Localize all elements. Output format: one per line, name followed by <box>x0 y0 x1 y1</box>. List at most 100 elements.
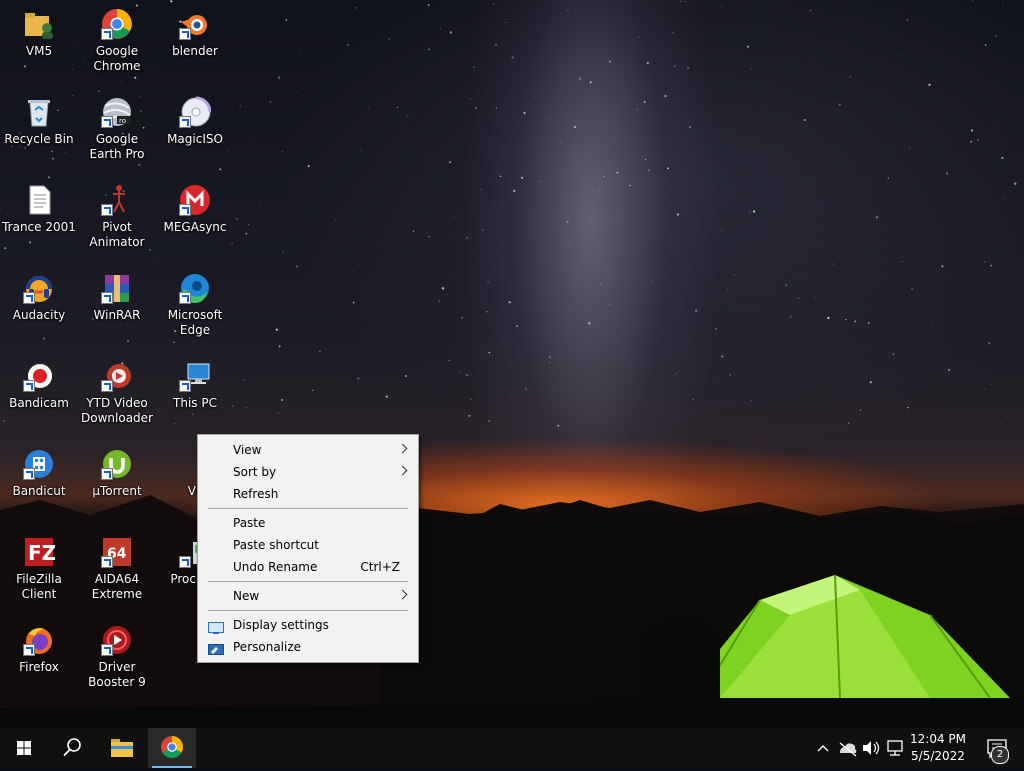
edge-icon <box>179 272 211 304</box>
speaker-icon <box>863 741 880 755</box>
desktop-icon-label: MagicISO <box>167 132 223 146</box>
desktop-icon-label: WinRAR <box>93 308 141 322</box>
display-settings-icon <box>208 619 224 634</box>
chrome-taskbar-button[interactable] <box>148 728 196 768</box>
bandicut-icon <box>23 448 55 480</box>
desktop-icon-microsoft-edge[interactable]: Microsoft Edge <box>156 264 234 338</box>
menu-item-personalize[interactable]: Personalize <box>200 636 416 658</box>
menu-item-label: Paste shortcut <box>233 538 319 552</box>
network-wired-icon <box>887 740 903 756</box>
taskbar: 12:04 PM 5/5/2022 2 <box>0 728 1024 768</box>
desktop-icon-winrar[interactable]: WinRAR <box>78 264 156 323</box>
menu-item-label: Display settings <box>233 618 329 632</box>
svg-text:ro: ro <box>119 117 126 125</box>
menu-item-paste-shortcut[interactable]: Paste shortcut <box>200 534 416 556</box>
keyboard-shortcut-label: Ctrl+Z <box>360 560 400 574</box>
menu-item-sort-by[interactable]: Sort by <box>200 461 416 483</box>
desktop-icon-this-pc[interactable]: This PC <box>156 352 234 411</box>
chrome-icon <box>161 736 183 758</box>
audacity-icon <box>23 272 55 304</box>
start-button[interactable] <box>0 728 48 768</box>
personalize-icon <box>208 641 224 655</box>
desktop-icon-utorrent[interactable]: µTorrent <box>78 440 156 499</box>
onedrive-tray-button[interactable] <box>836 728 858 768</box>
menu-item-label: Personalize <box>233 640 302 654</box>
google-earth-icon: ro <box>101 96 133 128</box>
desktop-icon-pivot-animator[interactable]: Pivot Animator <box>78 176 156 250</box>
driver-booster-icon <box>101 624 133 656</box>
volume-tray-button[interactable] <box>860 728 882 768</box>
menu-item-display-settings[interactable]: Display settings <box>200 614 416 636</box>
chrome-icon <box>101 8 133 40</box>
blender-icon <box>179 8 211 40</box>
magiciso-icon <box>179 96 212 128</box>
desktop-icon-label: Recycle Bin <box>4 132 74 146</box>
desktop-icon-megasync[interactable]: MEGAsync <box>156 176 234 235</box>
menu-item-label: New <box>233 589 260 603</box>
menu-separator <box>208 508 408 509</box>
menu-item-view[interactable]: View <box>200 439 416 461</box>
clock-button[interactable]: 12:04 PM 5/5/2022 <box>906 728 970 768</box>
menu-item-undo-rename[interactable]: Undo Rename Ctrl+Z <box>200 556 416 578</box>
file-explorer-icon <box>111 739 133 757</box>
aida64-icon: 64 <box>101 536 133 568</box>
desktop-icon-label: VM5 <box>25 44 53 58</box>
desktop-icon-google-chrome[interactable]: Google Chrome <box>78 0 156 74</box>
desktop-icon-label: Driver Booster 9 <box>88 660 146 689</box>
desktop-icon-bandicut[interactable]: Bandicut <box>0 440 78 499</box>
desktop-icon-filezilla-client[interactable]: FZ FileZilla Client <box>0 528 78 602</box>
desktop-icon-magiciso[interactable]: MagicISO <box>156 88 234 147</box>
desktop-icon-label: Google Chrome <box>93 44 141 73</box>
desktop-icon-audacity[interactable]: Audacity <box>0 264 78 323</box>
desktop-icon-aida64-extreme[interactable]: 64 AIDA64 Extreme <box>78 528 156 602</box>
desktop-icon-label: Trance 2001 <box>2 220 76 234</box>
desktop-icon-blender[interactable]: blender <box>156 0 234 59</box>
document-icon <box>23 184 55 216</box>
action-center-button[interactable]: 2 <box>976 728 1016 768</box>
desktop-icon-label: Pivot Animator <box>89 220 145 249</box>
desktop-icon-label: µTorrent <box>92 484 142 498</box>
pivot-icon <box>101 184 133 216</box>
bandicam-icon <box>23 360 55 392</box>
menu-item-label: View <box>233 443 262 457</box>
desktop-icon-label: This PC <box>173 396 217 410</box>
desktop-icon-google-earth-pro[interactable]: ro Google Earth Pro <box>78 88 156 162</box>
menu-item-label: Refresh <box>233 487 279 501</box>
desktop-icon-driver-booster[interactable]: Driver Booster 9 <box>78 616 156 690</box>
menu-item-label: Undo Rename <box>233 560 318 574</box>
desktop-icon-firefox[interactable]: Firefox <box>0 616 78 675</box>
svg-text:FZ: FZ <box>28 541 55 565</box>
chevron-right-icon <box>397 465 408 476</box>
filezilla-icon: FZ <box>23 536 56 568</box>
clock-time: 12:04 PM <box>910 732 966 746</box>
desktop-icon-vm5[interactable]: VM5 <box>0 0 78 59</box>
desktop-icon-label: Bandicut <box>12 484 66 498</box>
folder-user-icon <box>23 8 55 40</box>
search-button[interactable] <box>48 728 96 768</box>
firefox-icon <box>23 624 55 656</box>
desktop-icon-label: AIDA64 Extreme <box>91 572 143 601</box>
show-hidden-icons-button[interactable] <box>812 728 834 768</box>
network-tray-button[interactable] <box>884 728 906 768</box>
desktop-icon-label: YTD Video Downloader <box>81 396 153 425</box>
menu-item-paste[interactable]: Paste <box>200 512 416 534</box>
desktop-icon-label: Firefox <box>19 660 59 674</box>
menu-item-new[interactable]: New <box>200 585 416 607</box>
desktop-icon-label: FileZilla Client <box>16 572 62 601</box>
desktop-icon-ytd-video-downloader[interactable]: YTD Video Downloader <box>78 352 156 426</box>
desktop-icon-label: Audacity <box>12 308 66 322</box>
chevron-right-icon <box>397 443 408 454</box>
menu-separator <box>208 581 408 582</box>
desktop-icon-trance-2001[interactable]: Trance 2001 <box>0 176 78 235</box>
desktop-icon-bandicam[interactable]: Bandicam <box>0 352 78 411</box>
clock-date: 5/5/2022 <box>911 749 965 763</box>
desktop-icon-label: Microsoft Edge <box>167 308 223 337</box>
file-explorer-button[interactable] <box>98 728 146 768</box>
start-icon <box>17 741 31 755</box>
menu-item-refresh[interactable]: Refresh <box>200 483 416 505</box>
desktop-icon-label: blender <box>172 44 218 58</box>
chevron-right-icon <box>397 589 408 600</box>
desktop-icon-recycle-bin[interactable]: Recycle Bin <box>0 88 78 147</box>
cloud-offline-icon <box>839 742 857 757</box>
mega-icon <box>179 184 211 216</box>
